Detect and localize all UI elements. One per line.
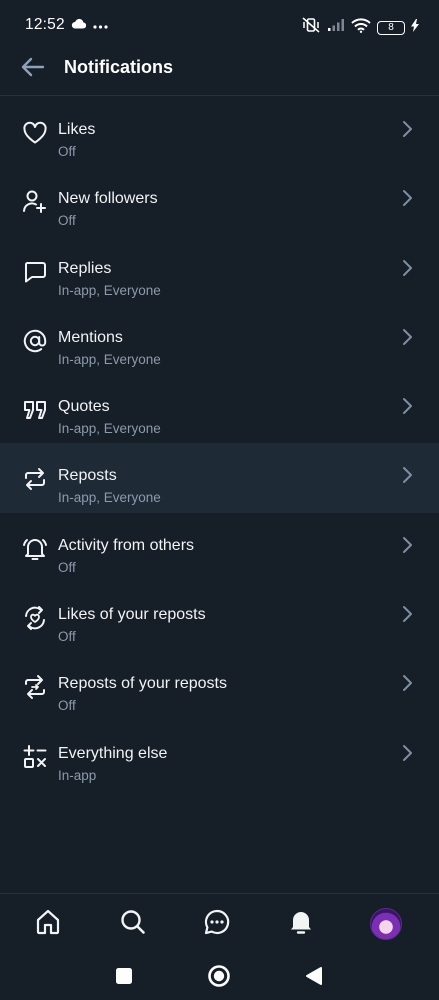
notification-settings-list: Likes Off New followers Off Replies In-a…	[0, 97, 439, 790]
setting-subtitle: In-app, Everyone	[58, 282, 161, 298]
setting-title: Likes	[58, 121, 96, 138]
setting-subtitle: In-app, Everyone	[58, 351, 161, 367]
setting-subtitle: Off	[58, 559, 76, 575]
setting-row-quotes[interactable]: Quotes In-app, Everyone	[0, 374, 439, 443]
tab-home[interactable]	[30, 906, 66, 942]
status-right-icons: 8	[301, 16, 419, 39]
tab-chat[interactable]	[199, 906, 235, 942]
chevron-right-icon	[397, 604, 417, 624]
status-left-icons	[71, 16, 108, 34]
setting-title: Reposts of your reposts	[58, 675, 227, 693]
header: Notifications	[0, 42, 439, 96]
setting-subtitle: Off	[58, 629, 76, 645]
shapes-icon	[20, 742, 50, 772]
chevron-right-icon	[397, 258, 417, 278]
setting-title: Activity from others	[58, 536, 195, 554]
wifi-icon	[351, 17, 371, 38]
chevron-right-icon	[397, 465, 417, 485]
chevron-right-icon	[397, 188, 417, 208]
speech-bubble-icon	[20, 257, 50, 287]
setting-subtitle: Off	[58, 144, 76, 159]
home-nav-button[interactable]	[204, 963, 234, 993]
charging-icon	[411, 18, 419, 37]
repost-icon	[20, 464, 50, 494]
arrow-left-icon	[21, 57, 45, 82]
tab-notifications[interactable]	[283, 906, 319, 942]
search-icon	[119, 908, 147, 941]
setting-row-mentions[interactable]: Mentions In-app, Everyone	[0, 305, 439, 374]
battery-icon: 8	[377, 20, 405, 35]
setting-title: Mentions	[58, 328, 123, 346]
avatar	[370, 908, 402, 940]
signal-icon	[327, 18, 345, 37]
tab-profile[interactable]	[368, 906, 404, 942]
person-add-icon	[20, 187, 50, 217]
home-icon	[34, 908, 62, 941]
repost-repost-icon	[20, 672, 50, 702]
chevron-right-icon	[397, 743, 417, 763]
setting-row-new-followers[interactable]: New followers Off	[0, 166, 439, 235]
battery-level: 8	[388, 22, 394, 33]
setting-subtitle: In-app, Everyone	[58, 490, 161, 506]
setting-row-replies[interactable]: Replies In-app, Everyone	[0, 236, 439, 305]
setting-subtitle: Off	[58, 213, 76, 229]
square-icon	[115, 967, 133, 990]
setting-row-likes[interactable]: Likes Off	[0, 97, 439, 166]
bottom-tab-bar	[0, 893, 439, 955]
quote-icon	[20, 395, 50, 425]
triangle-back-icon	[305, 966, 323, 991]
circle-icon	[207, 964, 231, 993]
setting-row-reposts-of-your-reposts[interactable]: Reposts of your reposts Off	[0, 651, 439, 720]
setting-title: Likes of your reposts	[58, 606, 206, 624]
tab-search[interactable]	[115, 906, 151, 942]
chevron-right-icon	[397, 327, 417, 347]
more-dots-icon	[93, 16, 108, 34]
setting-row-likes-of-your-reposts[interactable]: Likes of your reposts Off	[0, 582, 439, 651]
heart-icon	[20, 118, 50, 148]
bell-icon	[287, 908, 315, 941]
setting-subtitle: In-app	[58, 767, 97, 783]
system-nav-bar	[0, 955, 439, 1000]
setting-title: New followers	[58, 190, 158, 208]
chevron-right-icon	[397, 119, 417, 139]
setting-row-activity-from-others[interactable]: Activity from others Off	[0, 513, 439, 582]
cloud-icon	[71, 16, 87, 34]
back-nav-button[interactable]	[299, 963, 329, 993]
mute-vibrate-icon	[301, 16, 321, 39]
recents-button[interactable]	[109, 963, 139, 993]
setting-subtitle: Off	[58, 698, 76, 714]
chevron-right-icon	[397, 673, 417, 693]
setting-title: Replies	[58, 259, 112, 277]
setting-title: Quotes	[58, 398, 110, 416]
setting-subtitle: In-app, Everyone	[58, 421, 161, 437]
heart-repost-icon	[20, 603, 50, 633]
at-sign-icon	[20, 326, 50, 356]
setting-title: Reposts	[58, 467, 117, 485]
chat-icon	[203, 908, 231, 941]
status-time: 12:52	[25, 16, 65, 33]
chevron-right-icon	[397, 535, 417, 555]
setting-title: Everything else	[58, 744, 168, 762]
page-title: Notifications	[64, 57, 174, 77]
chevron-right-icon	[397, 396, 417, 416]
setting-row-reposts[interactable]: Reposts In-app, Everyone	[0, 443, 439, 513]
back-button[interactable]	[18, 54, 48, 84]
bell-ringing-icon	[20, 534, 50, 564]
setting-row-everything-else[interactable]: Everything else In-app	[0, 721, 439, 790]
